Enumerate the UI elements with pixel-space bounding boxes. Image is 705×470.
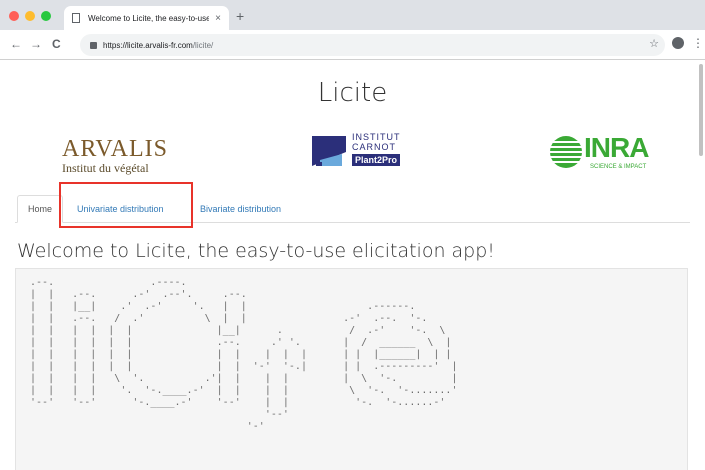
address-bar[interactable]: https://licite.arvalis-fr.com/licite/ ☆ — [80, 34, 665, 56]
reload-button[interactable]: C — [52, 37, 61, 51]
arvalis-logo-tagline: Institut du végétal — [62, 161, 149, 175]
tab-home[interactable]: Home — [17, 195, 64, 223]
ascii-art-panel: .--. .----. | | .--. .-' .--'. .--. | | … — [15, 268, 688, 470]
arvalis-logo: ARVALIS Institut du végétal — [62, 136, 192, 182]
highlight-box — [59, 182, 193, 228]
inra-logo: INRA SCIENCE & IMPACT — [548, 130, 668, 178]
new-tab-button[interactable]: + — [236, 8, 244, 24]
welcome-heading: Welcome to Licite, the easy-to-use elici… — [17, 240, 495, 262]
ascii-art-logo: .--. .----. | | .--. .-' .--'. .--. | | … — [30, 277, 458, 432]
lock-icon — [90, 41, 97, 49]
tab-close-icon[interactable]: × — [215, 13, 221, 24]
bookmark-star-icon[interactable]: ☆ — [649, 37, 659, 50]
page-icon — [72, 13, 80, 23]
browser-tab[interactable]: Welcome to Licite, the easy-to-use elici… — [64, 6, 229, 30]
url-path: /licite/ — [192, 40, 214, 50]
carnot-line1: INSTITUT — [352, 132, 401, 142]
inra-emblem-icon — [548, 136, 584, 168]
inra-logo-name: INRA — [584, 132, 649, 163]
minimize-window-button[interactable] — [25, 11, 35, 21]
carnot-line2: CARNOT — [352, 142, 396, 152]
window-controls — [9, 11, 51, 21]
account-icon[interactable] — [672, 37, 684, 49]
carnot-plant2pro-logo: INSTITUT CARNOT Plant2Pro — [312, 132, 420, 172]
tab-bivariate-distribution[interactable]: Bivariate distribution — [190, 195, 291, 223]
browser-tab-strip: Welcome to Licite, the easy-to-use elici… — [0, 0, 705, 30]
inra-logo-tagline: SCIENCE & IMPACT — [590, 164, 647, 170]
browser-tab-title: Welcome to Licite, the easy-to-use elici… — [88, 13, 210, 23]
browser-toolbar: ← → C https://licite.arvalis-fr.com/lici… — [0, 30, 705, 60]
browser-menu-icon[interactable]: ⋮ — [692, 36, 704, 50]
maximize-window-button[interactable] — [41, 11, 51, 21]
back-button[interactable]: ← — [10, 37, 22, 51]
carnot-line3: Plant2Pro — [352, 154, 401, 166]
forward-button[interactable]: → — [30, 37, 42, 51]
close-window-button[interactable] — [9, 11, 19, 21]
url-host: https://licite.arvalis-fr.com — [103, 40, 193, 50]
page-title: Licite — [317, 78, 388, 108]
arvalis-logo-name: ARVALIS — [62, 136, 168, 162]
